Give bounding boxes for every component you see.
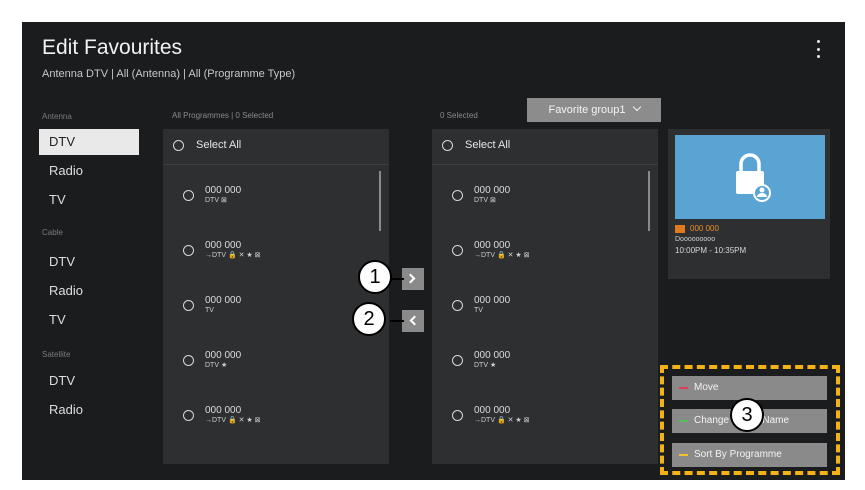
radio-icon[interactable]: [183, 299, 194, 311]
tv-screen: Edit Favourites Antenna DTV | All (Anten…: [22, 22, 845, 480]
channel-info: TV: [205, 307, 214, 314]
sidebar-item-antenna-dtv[interactable]: DTV: [39, 129, 139, 155]
scrollbar[interactable]: [648, 171, 650, 231]
sidebar-item-cable-radio[interactable]: Radio: [39, 278, 139, 304]
channel-number: 000 000: [474, 350, 511, 361]
channel-row[interactable]: 000 000 TV: [452, 295, 510, 315]
favorite-group-label: Favorite group1: [548, 104, 626, 116]
channel-info: DTV ★: [474, 362, 497, 369]
channel-info: →DTV 🔒 ✕ ★ ⊠: [474, 252, 530, 259]
sidebar-category-antenna: Antenna: [42, 112, 72, 121]
channel-number: 000 000: [205, 350, 242, 361]
radio-icon[interactable]: [183, 354, 194, 366]
channel-logo-icon: [675, 225, 685, 233]
callout-badge-1: 1: [358, 260, 392, 294]
divider: [432, 164, 658, 165]
channel-info: TV: [474, 307, 483, 314]
radio-icon[interactable]: [183, 244, 194, 256]
radio-icon[interactable]: [452, 409, 463, 421]
channel-row[interactable]: 000 000 DTV ★: [452, 350, 510, 370]
callout-connector: [390, 320, 404, 322]
channel-info: →DTV 🔒 ✕ ★ ⊠: [205, 252, 261, 259]
sidebar-item-satellite-radio[interactable]: Radio: [39, 397, 139, 423]
remove-from-group-button[interactable]: [402, 310, 424, 332]
channel-row[interactable]: 000 000 DTV ⊠: [183, 185, 241, 205]
sidebar-item-cable-dtv[interactable]: DTV: [39, 249, 139, 275]
preview-programme-name: Dooooooooo: [675, 236, 716, 243]
radio-icon[interactable]: [173, 139, 184, 151]
channel-number: 000 000: [474, 295, 511, 306]
channel-row[interactable]: 000 000 →DTV 🔒 ✕ ★ ⊠: [183, 405, 261, 425]
favourite-group-list: Select All 000 000 DTV ⊠ 000 000 →DTV 🔒 ✕ …: [432, 129, 658, 464]
selected-count-header: 0 Selected: [440, 111, 478, 120]
channel-row[interactable]: 000 000 TV: [183, 295, 241, 315]
add-to-group-button[interactable]: [402, 268, 424, 290]
sidebar-category-cable: Cable: [42, 228, 63, 237]
channel-info: DTV ⊠: [205, 197, 227, 204]
channel-row[interactable]: 000 000 →DTV 🔒 ✕ ★ ⊠: [452, 405, 530, 425]
channel-row[interactable]: 000 000 DTV ⊠: [452, 185, 510, 205]
callout-badge-2: 2: [352, 302, 386, 336]
channel-row[interactable]: 000 000 DTV ★: [183, 350, 241, 370]
channel-number: 000 000: [205, 405, 242, 416]
preview-time: 10:00PM - 10:35PM: [675, 246, 747, 255]
channel-number: 000 000: [474, 405, 511, 416]
select-all-right[interactable]: Select All: [442, 139, 510, 151]
sidebar-item-satellite-dtv[interactable]: DTV: [39, 368, 139, 394]
all-programmes-header: All Programmes | 0 Selected: [172, 111, 274, 120]
radio-icon[interactable]: [452, 189, 463, 201]
channel-info: DTV ⊠: [474, 197, 496, 204]
page-title: Edit Favourites: [42, 36, 183, 59]
channel-row[interactable]: 000 000 →DTV 🔒 ✕ ★ ⊠: [452, 240, 530, 260]
radio-icon[interactable]: [442, 139, 453, 151]
scrollbar[interactable]: [379, 171, 381, 231]
chevron-down-icon: [632, 102, 641, 112]
channel-number: 000 000: [474, 185, 511, 196]
channel-number: 000 000: [205, 240, 242, 251]
chevron-right-icon: [405, 273, 416, 284]
sidebar-item-cable-tv[interactable]: TV: [39, 307, 139, 333]
locked-programme-icon: [736, 153, 771, 202]
channel-number: 000 000: [474, 240, 511, 251]
page-subtitle: Antenna DTV | All (Antenna) | All (Progr…: [42, 68, 296, 80]
callout-connector: [390, 278, 404, 280]
sidebar-category-satellite: Satellite: [42, 350, 71, 359]
all-programmes-list: Select All 000 000 DTV ⊠ 000 000 →DTV 🔒 ✕ …: [163, 129, 389, 464]
radio-icon[interactable]: [183, 409, 194, 421]
select-all-label: Select All: [465, 139, 511, 151]
channel-info: →DTV 🔒 ✕ ★ ⊠: [205, 417, 261, 424]
channel-row[interactable]: 000 000 →DTV 🔒 ✕ ★ ⊠: [183, 240, 261, 260]
radio-icon[interactable]: [452, 299, 463, 311]
channel-number: 000 000: [205, 185, 242, 196]
radio-icon[interactable]: [452, 244, 463, 256]
callout-badge-3: 3: [730, 398, 764, 432]
favorite-group-dropdown[interactable]: Favorite group1: [527, 98, 661, 122]
divider: [163, 164, 389, 165]
more-options-icon[interactable]: [815, 40, 821, 58]
channel-number: 000 000: [205, 295, 242, 306]
preview-thumbnail: [675, 135, 825, 219]
radio-icon[interactable]: [452, 354, 463, 366]
radio-icon[interactable]: [183, 189, 194, 201]
preview-channel-number: 000 000: [690, 224, 719, 233]
channel-info: →DTV 🔒 ✕ ★ ⊠: [474, 417, 530, 424]
chevron-left-icon: [409, 315, 420, 326]
sidebar-item-antenna-tv[interactable]: TV: [39, 187, 139, 213]
programme-preview: 000 000 Dooooooooo 10:00PM - 10:35PM: [668, 129, 830, 279]
select-all-label: Select All: [196, 139, 242, 151]
channel-info: DTV ★: [205, 362, 228, 369]
sidebar-item-antenna-radio[interactable]: Radio: [39, 158, 139, 184]
select-all-left[interactable]: Select All: [173, 139, 241, 151]
